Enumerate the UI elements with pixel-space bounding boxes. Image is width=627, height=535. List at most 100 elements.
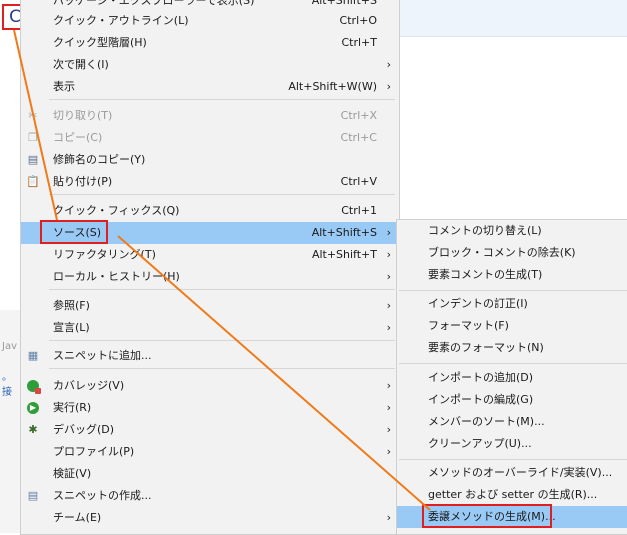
chevron-right-icon: › (386, 445, 391, 458)
submenu-item-label: 委譲メソッドの生成(M)... (428, 510, 556, 523)
menu-separator (49, 368, 395, 369)
menu-item-team[interactable]: チーム(E) › (21, 507, 399, 529)
submenu-item-remove-block-comment[interactable]: ブロック・コメントの除去(K) (397, 242, 627, 264)
menu-item-validate[interactable]: 検証(V) (21, 463, 399, 485)
menu-item-label: 修飾名のコピー(Y) (53, 153, 146, 166)
menu-item-shortcut: Ctrl+1 (341, 204, 377, 217)
scissors-icon: ✂ (28, 109, 38, 122)
menu-item-label: ローカル・ヒストリー(H) (53, 270, 180, 283)
menu-item-label: スニペットに追加... (53, 349, 152, 362)
menu-item-shortcut: Ctrl+C (340, 131, 377, 144)
menu-item-label: カバレッジ(V) (53, 379, 125, 392)
chevron-right-icon: › (386, 299, 391, 312)
menu-item-label: プロファイル(P) (53, 445, 135, 458)
menu-item-shortcut: Ctrl+X (340, 109, 377, 122)
menu-item-debug[interactable]: ✱ デバッグ(D) › (21, 419, 399, 441)
menu-item-label: デバッグ(D) (53, 423, 115, 436)
submenu-item-organize-imports[interactable]: インポートの編成(G) (397, 389, 627, 411)
snippet-icon: ▦ (27, 349, 39, 362)
menu-item-show[interactable]: 表示 Alt+Shift+W(W) › (21, 76, 399, 98)
menu-item-quick-outline[interactable]: クイック・アウトライン(L) Ctrl+O (21, 10, 399, 32)
context-menu: パッケージ・エクスプローラーで表示(S) Alt+Shift+S クイック・アウ… (20, 0, 400, 535)
menu-item-shortcut: Alt+Shift+W(W) (288, 80, 377, 93)
submenu-item-format-element[interactable]: 要素のフォーマット(N) (397, 337, 627, 359)
menu-item-label: クイック型階層(H) (53, 36, 147, 49)
menu-separator (399, 290, 627, 291)
submenu-item-generate-getters-setters[interactable]: getter および setter の生成(R)... (397, 484, 627, 506)
copy-icon: ❐ (28, 131, 38, 144)
chevron-right-icon: › (386, 423, 391, 436)
submenu-item-label: メソッドのオーバーライド/実装(V)... (428, 466, 613, 479)
menu-item-label: コピー(C) (53, 131, 103, 144)
menu-item-label: 検証(V) (53, 467, 92, 480)
submenu-item-generate-element-comment[interactable]: 要素コメントの生成(T) (397, 264, 627, 286)
menu-item-cut[interactable]: ✂ 切り取り(T) Ctrl+X (21, 105, 399, 127)
menu-item-shortcut: Alt+Shift+T (311, 248, 377, 261)
snippet-create-icon: ▤ (27, 489, 39, 502)
chevron-right-icon: › (386, 511, 391, 524)
submenu-item-label: コメントの切り替え(L) (428, 224, 542, 237)
chevron-right-icon: › (386, 226, 391, 239)
menu-item-label: クイック・アウトライン(L) (53, 14, 189, 27)
menu-item-shortcut: Ctrl+O (339, 14, 377, 27)
menu-item-label: 宣言(L) (53, 321, 90, 334)
submenu-item-generate-delegate-methods[interactable]: 委譲メソッドの生成(M)... (397, 506, 627, 528)
menu-item-open-with[interactable]: 次で開く(I) › (21, 54, 399, 76)
menu-item-create-snippet[interactable]: ▤ スニペットの作成... (21, 485, 399, 507)
submenu-item-correct-indentation[interactable]: インデントの訂正(I) (397, 293, 627, 315)
menu-item-label: スニペットの作成... (53, 489, 152, 502)
submenu-item-sort-members[interactable]: メンバーのソート(M)... (397, 411, 627, 433)
menu-item-quick-type-hierarchy[interactable]: クイック型階層(H) Ctrl+T (21, 32, 399, 54)
menu-item-source[interactable]: ソース(S) Alt+Shift+S › (21, 222, 399, 244)
coverage-icon (27, 380, 41, 394)
menu-item-add-to-snippets[interactable]: ▦ スニペットに追加... (21, 345, 399, 367)
menu-separator (49, 194, 395, 195)
source-submenu: コメントの切り替え(L) ブロック・コメントの除去(K) 要素コメントの生成(T… (396, 219, 627, 535)
menu-item-references[interactable]: 参照(F) › (21, 295, 399, 317)
submenu-item-label: 要素のフォーマット(N) (428, 341, 544, 354)
menu-separator (49, 340, 395, 341)
chevron-right-icon: › (386, 80, 391, 93)
menu-item-local-history[interactable]: ローカル・ヒストリー(H) › (21, 266, 399, 288)
menu-item-shortcut: Ctrl+V (340, 175, 377, 188)
menu-separator (49, 289, 395, 290)
submenu-item-label: メンバーのソート(M)... (428, 415, 545, 428)
bug-icon: ✱ (28, 423, 38, 436)
submenu-item-add-import[interactable]: インポートの追加(D) (397, 367, 627, 389)
document-icon: ▤ (27, 153, 39, 166)
menu-item-shortcut: Alt+Shift+S (311, 226, 377, 239)
menu-item-label: 参照(F) (53, 299, 90, 312)
chevron-right-icon: › (386, 379, 391, 392)
submenu-item-label: getter および setter の生成(R)... (428, 488, 598, 501)
link-label[interactable]: 。接 (2, 368, 20, 398)
menu-item-copy[interactable]: ❐ コピー(C) Ctrl+C (21, 127, 399, 149)
menu-item-profile[interactable]: プロファイル(P) › (21, 441, 399, 463)
clipboard-icon: 📋 (26, 175, 40, 188)
menu-item-shortcut: Ctrl+T (341, 36, 377, 49)
menu-item-refactor[interactable]: リファクタリング(T) Alt+Shift+T › (21, 244, 399, 266)
chevron-right-icon: › (386, 401, 391, 414)
submenu-item-label: フォーマット(F) (428, 319, 509, 332)
menu-item-declarations[interactable]: 宣言(L) › (21, 317, 399, 339)
chevron-right-icon: › (386, 58, 391, 71)
menu-item-label: 実行(R) (53, 401, 92, 414)
menu-item-copy-qualified-name[interactable]: ▤ 修飾名のコピー(Y) (21, 149, 399, 171)
menu-item-paste[interactable]: 📋 貼り付け(P) Ctrl+V (21, 171, 399, 193)
menu-item-label: チーム(E) (53, 511, 102, 524)
submenu-item-toggle-comment[interactable]: コメントの切り替え(L) (397, 220, 627, 242)
menu-item-coverage[interactable]: カバレッジ(V) › (21, 375, 399, 397)
menu-separator (399, 363, 627, 364)
submenu-item-override-implement-methods[interactable]: メソッドのオーバーライド/実装(V)... (397, 462, 627, 484)
tab-label[interactable]: Jav (2, 341, 17, 352)
submenu-item-format[interactable]: フォーマット(F) (397, 315, 627, 337)
menu-item-label: 次で開く(I) (53, 58, 109, 71)
chevron-right-icon: › (386, 321, 391, 334)
submenu-item-clean-up[interactable]: クリーンアップ(U)... (397, 433, 627, 455)
menu-item-run[interactable]: ▶ 実行(R) › (21, 397, 399, 419)
left-panel: Jav 。接 (0, 310, 21, 533)
menu-separator (399, 459, 627, 460)
editor-area (400, 0, 627, 37)
menu-item-quick-fix[interactable]: クイック・フィックス(Q) Ctrl+1 (21, 200, 399, 222)
submenu-item-label: インデントの訂正(I) (428, 297, 528, 310)
submenu-item-label: ブロック・コメントの除去(K) (428, 246, 576, 259)
